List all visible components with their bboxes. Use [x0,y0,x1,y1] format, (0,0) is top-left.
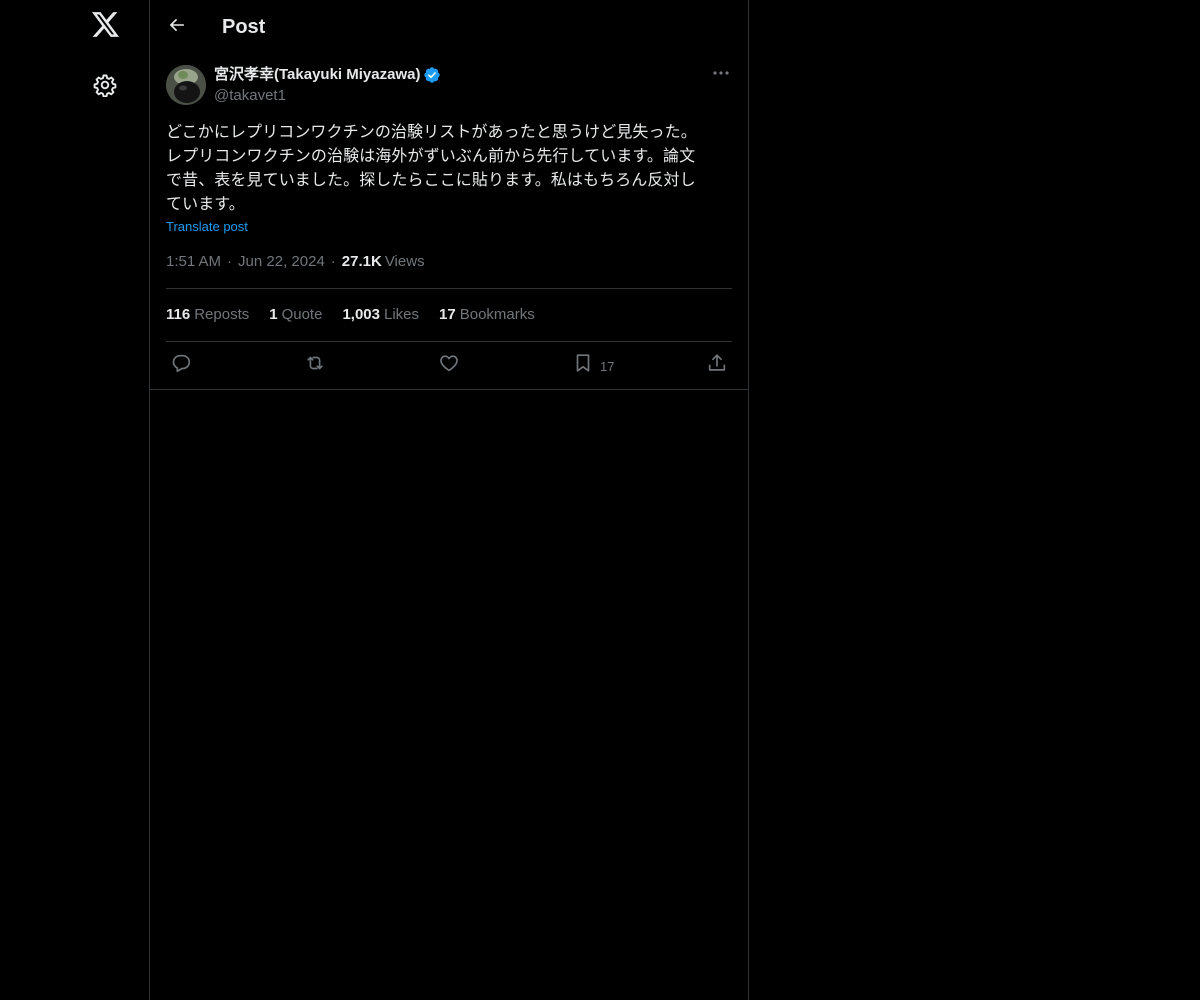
avatar[interactable] [166,65,206,105]
post-stats: 116 Reposts 1 Quote 1,003 Likes 17 Bookmarks [166,305,535,325]
page-title: Post [222,16,266,38]
author-name[interactable]: 宮沢孝幸(Takayuki Miyazawa) [214,65,420,85]
likes-stat[interactable]: 1,003 Likes [342,305,419,325]
bookmarks-count: 17 [439,306,456,323]
share-button[interactable] [706,352,728,378]
more-options-button[interactable] [710,61,732,83]
reposts-stat[interactable]: 116 Reposts [166,305,249,325]
x-logo-icon [91,12,119,42]
bookmarks-stat[interactable]: 17 Bookmarks [439,305,535,325]
left-nav [0,0,149,1000]
quotes-count: 1 [269,306,278,323]
repost-button[interactable] [304,352,326,378]
quotes-label: Quote [281,306,323,323]
author-handle[interactable]: @takavet1 [214,86,286,106]
share-icon [706,352,728,379]
settings-button[interactable] [83,65,127,109]
gear-icon [93,73,117,102]
post-meta: 1:51 AM · Jun 22, 2024 · 27.1K Views [166,252,425,272]
arrow-left-icon [168,16,186,39]
post-author: 宮沢孝幸(Takayuki Miyazawa) @takavet1 [166,65,732,105]
right-area [750,0,1200,1000]
post-text-line: レプリコンワクチンの治験は海外がずいぶん前から先行しています。論文 [166,146,696,165]
author-name-row: 宮沢孝幸(Takayuki Miyazawa) [214,65,441,85]
views-label: Views [384,253,425,270]
repost-icon [304,352,326,379]
primary-column: Post 宮沢孝幸(Takayuki Miyazawa) @takavet1 ど… [149,0,749,1000]
back-button[interactable] [159,9,195,45]
divider [150,389,748,390]
x-logo-link[interactable] [83,5,127,49]
post-text-line: で昔、表を見ていました。探したらここに貼ります。私はもちろん反対し [166,170,696,189]
likes-count: 1,003 [342,306,380,323]
action-bar: 17 [166,342,732,389]
bookmark-action-count: 17 [600,358,615,374]
page-header: Post [150,0,748,53]
post-date[interactable]: Jun 22, 2024 [238,252,325,272]
reply-button[interactable] [170,352,192,378]
verified-badge-icon[interactable] [423,66,441,84]
views-count: 27.1K [341,253,382,270]
more-dots-icon [712,63,730,81]
post-time[interactable]: 1:51 AM [166,252,221,272]
separator-dot: · [227,253,233,270]
likes-label: Likes [384,306,420,323]
translate-post-link[interactable]: Translate post [166,218,248,236]
bookmark-button[interactable]: 17 [572,352,614,378]
app: Post 宮沢孝幸(Takayuki Miyazawa) @takavet1 ど… [0,0,1200,1000]
reply-icon [170,352,192,379]
bookmark-icon [572,352,594,379]
like-button[interactable] [438,352,460,378]
post-text-line: どこかにレプリコンワクチンの治験リストがあったと思うけど見失った。 [166,122,697,141]
heart-icon [438,352,460,379]
post-text: どこかにレプリコンワクチンの治験リストがあったと思うけど見失った。 レプリコンワ… [166,120,732,216]
separator-dot: · [330,253,336,270]
reposts-count: 116 [166,306,191,323]
divider [166,288,732,289]
bookmarks-label: Bookmarks [459,306,535,323]
post-text-line: ています。 [166,194,245,213]
reposts-label: Reposts [194,306,250,323]
quotes-stat[interactable]: 1 Quote [269,305,322,325]
